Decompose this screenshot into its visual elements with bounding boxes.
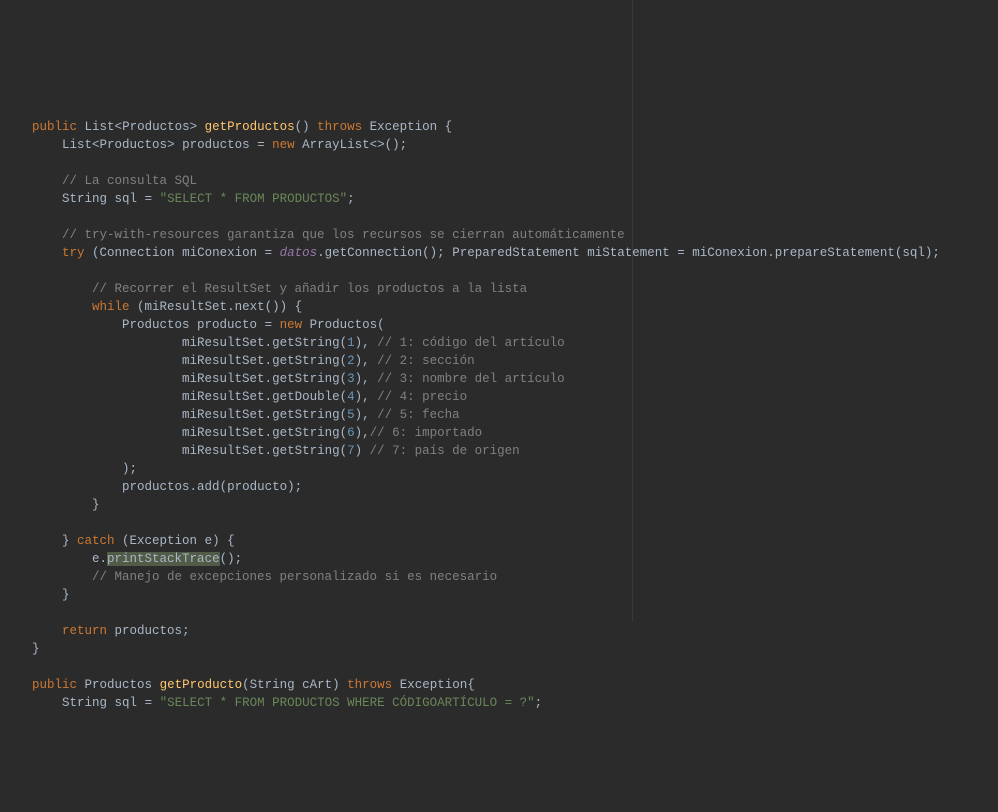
- ident: miResultSet: [182, 444, 265, 458]
- ident: getString: [272, 336, 340, 350]
- comment: // Recorrer el ResultSet y añadir los pr…: [92, 282, 527, 296]
- ident: miResultSet: [182, 390, 265, 404]
- number: 4: [347, 390, 355, 404]
- type: Exception: [130, 534, 198, 548]
- type: String: [62, 192, 107, 206]
- keyword-new: new: [272, 138, 295, 152]
- keyword-public: public: [32, 678, 77, 692]
- ident: sql: [902, 246, 925, 260]
- highlighted-ident: printStackTrace: [107, 552, 220, 566]
- type: List: [85, 120, 115, 134]
- ident: miStatement: [587, 246, 670, 260]
- ident: miResultSet: [182, 408, 265, 422]
- ident: next: [235, 300, 265, 314]
- comment: // 5: fecha: [377, 408, 460, 422]
- keyword-try: try: [62, 246, 85, 260]
- keyword-return: return: [62, 624, 107, 638]
- type: List: [62, 138, 92, 152]
- ident: producto: [197, 318, 257, 332]
- method-name: getProducto: [160, 678, 243, 692]
- keyword-new: new: [280, 318, 303, 332]
- ident: getString: [272, 426, 340, 440]
- type: Exception: [370, 120, 438, 134]
- ident: getString: [272, 408, 340, 422]
- ident: add: [197, 480, 220, 494]
- field: datos: [280, 246, 318, 260]
- type: Productos: [310, 318, 378, 332]
- ident: miResultSet: [182, 426, 265, 440]
- comment: // Manejo de excepciones personalizado s…: [92, 570, 497, 584]
- ident: getString: [272, 372, 340, 386]
- comment: // 6: importado: [370, 426, 483, 440]
- keyword-while: while: [92, 300, 130, 314]
- number: 3: [347, 372, 355, 386]
- comment: // 1: código del artículo: [377, 336, 565, 350]
- type: Productos: [100, 138, 168, 152]
- ident: getString: [272, 354, 340, 368]
- ident: miResultSet: [145, 300, 228, 314]
- comment: // 7: país de origen: [370, 444, 520, 458]
- comment: // try-with-resources garantiza que los …: [62, 228, 625, 242]
- ident: sql: [115, 696, 138, 710]
- ident: productos: [115, 624, 183, 638]
- ident: productos: [182, 138, 250, 152]
- comment: // 4: precio: [377, 390, 467, 404]
- string-literal: "SELECT * FROM PRODUCTOS WHERE CÓDIGOART…: [160, 696, 535, 710]
- ident: prepareStatement: [775, 246, 895, 260]
- ident: miResultSet: [182, 336, 265, 350]
- comment: // La consulta SQL: [62, 174, 197, 188]
- type: Productos: [85, 678, 153, 692]
- ident: miResultSet: [182, 354, 265, 368]
- ident: producto: [227, 480, 287, 494]
- ident: miResultSet: [182, 372, 265, 386]
- comment: // 3: nombre del artículo: [377, 372, 565, 386]
- ident: miConexion: [692, 246, 767, 260]
- number: 1: [347, 336, 355, 350]
- number: 5: [347, 408, 355, 422]
- number: 6: [347, 426, 355, 440]
- type: String: [250, 678, 295, 692]
- ident: e: [205, 534, 213, 548]
- method-name: getProductos: [205, 120, 295, 134]
- ident: miConexion: [182, 246, 257, 260]
- keyword-throws: throws: [347, 678, 392, 692]
- type: Exception: [400, 678, 468, 692]
- keyword-throws: throws: [317, 120, 362, 134]
- ident: sql: [115, 192, 138, 206]
- ident: getConnection: [325, 246, 423, 260]
- keyword-public: public: [32, 120, 77, 134]
- number: 2: [347, 354, 355, 368]
- ident: cArt: [302, 678, 332, 692]
- keyword-catch: catch: [77, 534, 115, 548]
- type: PreparedStatement: [452, 246, 580, 260]
- ident: e: [92, 552, 100, 566]
- type: Productos: [122, 318, 190, 332]
- type: String: [62, 696, 107, 710]
- number: 7: [347, 444, 355, 458]
- ident: getDouble: [272, 390, 340, 404]
- type: ArrayList: [302, 138, 370, 152]
- ruler-line: [632, 0, 633, 622]
- ident: productos: [122, 480, 190, 494]
- ident: getString: [272, 444, 340, 458]
- type: Connection: [100, 246, 175, 260]
- code-editor[interactable]: public List<Productos> getProductos() th…: [32, 118, 998, 712]
- string-literal: "SELECT * FROM PRODUCTOS": [160, 192, 348, 206]
- comment: // 2: sección: [377, 354, 475, 368]
- type: Productos: [122, 120, 190, 134]
